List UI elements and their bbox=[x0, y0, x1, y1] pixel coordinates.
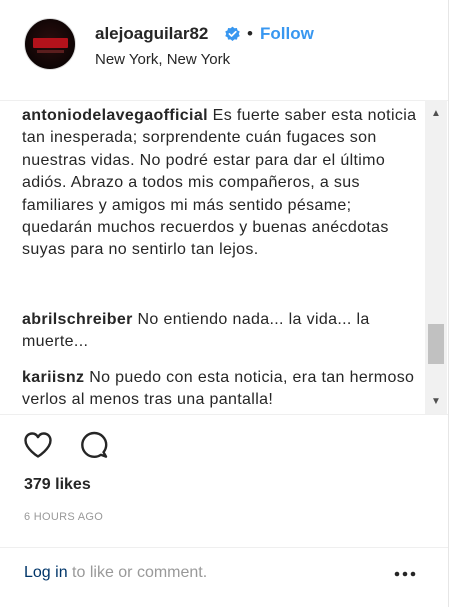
post-card: alejoaguilar82 • Follow New York, New Yo… bbox=[0, 0, 449, 607]
post-header: alejoaguilar82 • Follow New York, New Yo… bbox=[0, 0, 448, 82]
username-link[interactable]: alejoaguilar82 bbox=[95, 24, 208, 44]
scrollbar-thumb[interactable] bbox=[428, 324, 444, 364]
comment-item: kariisnz No puedo con esta noticia, era … bbox=[22, 367, 420, 412]
comments-scrollbar[interactable]: ▲ ▼ bbox=[425, 100, 447, 414]
header-separator: • bbox=[247, 24, 253, 43]
comment-author-link[interactable]: antoniodelavegaofficial bbox=[22, 107, 208, 124]
comment-author-link[interactable]: kariisnz bbox=[22, 369, 84, 386]
more-options-icon[interactable] bbox=[394, 569, 416, 579]
comment-author-link[interactable]: abrilschreiber bbox=[22, 311, 133, 328]
scroll-up-arrow-icon[interactable]: ▲ bbox=[425, 104, 447, 122]
comment-footer: Log in to like or comment. bbox=[0, 547, 448, 607]
location-link[interactable]: New York, New York bbox=[95, 51, 230, 68]
login-link[interactable]: Log in bbox=[24, 564, 68, 581]
login-prompt: Log in to like or comment. bbox=[24, 564, 207, 582]
comment-item: antoniodelavegaofficial Es fuerte saber … bbox=[22, 105, 420, 262]
post-timestamp[interactable]: 6 HOURS AGO bbox=[24, 511, 103, 523]
comments-list[interactable]: antoniodelavegaofficial Es fuerte saber … bbox=[0, 100, 448, 414]
verified-badge-icon bbox=[225, 26, 240, 41]
comment-text: Es fuerte saber esta noticia tan inesper… bbox=[22, 107, 417, 259]
avatar[interactable] bbox=[24, 18, 76, 70]
divider bbox=[0, 414, 448, 415]
login-prompt-text: to like or comment. bbox=[67, 564, 208, 581]
heart-icon[interactable] bbox=[22, 429, 54, 461]
avatar-logo-subline bbox=[37, 50, 64, 53]
follow-button[interactable]: Follow bbox=[260, 24, 314, 44]
comment-icon[interactable] bbox=[78, 429, 110, 461]
likes-count[interactable]: 379 likes bbox=[24, 476, 91, 494]
scroll-down-arrow-icon[interactable]: ▼ bbox=[425, 392, 447, 410]
avatar-logo-mark bbox=[33, 38, 68, 48]
comment-item: abrilschreiber No entiendo nada... la vi… bbox=[22, 309, 420, 354]
